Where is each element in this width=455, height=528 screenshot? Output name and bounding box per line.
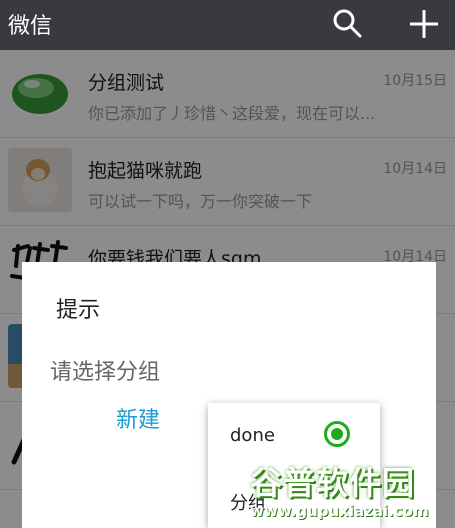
plus-icon[interactable] <box>404 4 444 44</box>
site-watermark: 谷普软件园 www.gupuxiazai.com <box>250 458 450 524</box>
radio-dot <box>331 428 343 440</box>
group-option-label: done <box>230 425 275 446</box>
watermark-url: www.gupuxiazai.com <box>250 502 429 520</box>
dialog-title: 提示 <box>56 298 101 323</box>
radio-selected-icon[interactable] <box>324 421 350 447</box>
search-icon[interactable] <box>330 6 364 40</box>
new-group-button[interactable]: 新建 <box>116 402 160 434</box>
dialog-message: 请选择分组 <box>50 360 161 385</box>
top-bar: 微信 <box>0 0 455 50</box>
watermark-brand: 谷普软件园 <box>250 464 416 502</box>
app-title: 微信 <box>8 14 53 39</box>
